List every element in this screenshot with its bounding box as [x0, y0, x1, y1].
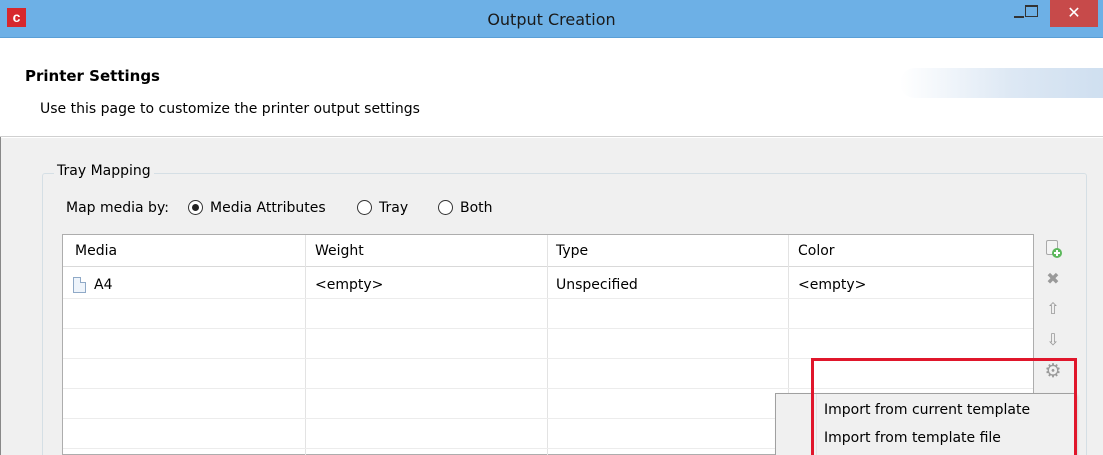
column-header-type[interactable]: Type [556, 243, 588, 259]
radio-label-tray[interactable]: Tray [379, 200, 408, 216]
remove-icon[interactable]: ✖ [1042, 268, 1064, 290]
radio-both[interactable] [438, 200, 453, 215]
cell-color: <empty> [798, 277, 867, 293]
header-decoration [900, 68, 1103, 98]
radio-media-attributes[interactable] [188, 200, 203, 215]
window-title: Output Creation [487, 10, 616, 29]
document-icon [73, 277, 86, 293]
title-bar: c Output Creation ✕ [0, 0, 1103, 38]
column-divider [547, 235, 548, 455]
move-up-icon[interactable]: ⇧ [1042, 298, 1064, 320]
radio-label-both[interactable]: Both [460, 200, 493, 216]
plus-badge [1052, 248, 1062, 258]
add-media-icon[interactable] [1042, 239, 1064, 261]
radio-tray[interactable] [357, 200, 372, 215]
maximize-icon[interactable] [1017, 0, 1045, 27]
page-title: Printer Settings [25, 67, 160, 85]
column-header-media[interactable]: Media [75, 243, 117, 259]
column-header-weight[interactable]: Weight [315, 243, 364, 259]
table-header: Media Weight Type Color [63, 235, 1033, 267]
red-highlight-box [811, 358, 1077, 455]
group-title: Tray Mapping [54, 163, 154, 179]
map-media-label: Map media by: [66, 200, 169, 216]
row-divider [63, 298, 1033, 299]
column-header-color[interactable]: Color [798, 243, 835, 259]
page-description: Use this page to customize the printer o… [40, 101, 420, 117]
column-divider [305, 235, 306, 455]
radio-label-media-attributes[interactable]: Media Attributes [210, 200, 326, 216]
cell-weight: <empty> [315, 277, 384, 293]
cell-type: Unspecified [556, 277, 638, 293]
cell-media: A4 [94, 277, 113, 293]
row-divider [63, 328, 1033, 329]
move-down-icon[interactable]: ⇩ [1042, 329, 1064, 351]
close-icon[interactable]: ✕ [1050, 0, 1098, 27]
